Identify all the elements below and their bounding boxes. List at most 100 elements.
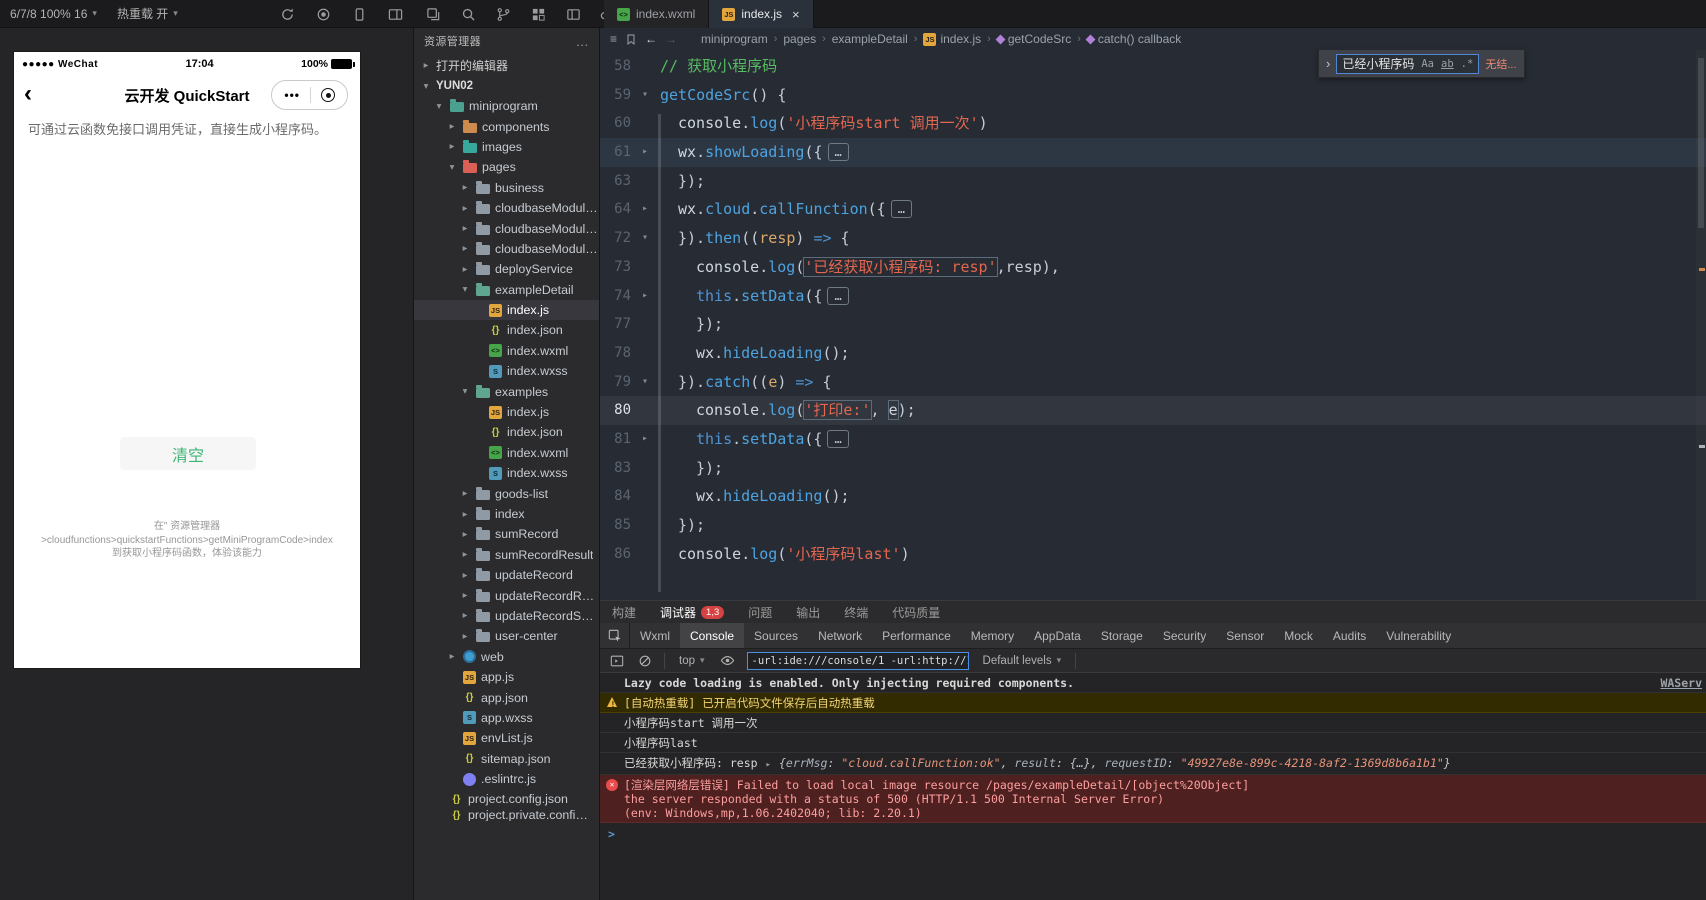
code-line-83[interactable]: 83}); (600, 454, 1706, 483)
tree-item-examples[interactable]: ▾ examples (414, 381, 599, 401)
refresh-icon[interactable] (278, 5, 296, 23)
tree-item-index.wxml[interactable]: <> index.wxml (414, 341, 599, 361)
code-line-73[interactable]: 73 console.log('已经获取小程序码: resp',resp), (600, 253, 1706, 282)
code-line-86[interactable]: 86 console.log('小程序码last') (600, 540, 1706, 569)
git-branch-icon[interactable] (494, 5, 512, 23)
tree-item-deployService[interactable]: ▸ deployService (414, 259, 599, 279)
console-filter-input[interactable]: -url:ide:///console/1 -url:http://127.0.… (746, 651, 969, 670)
record-icon[interactable] (314, 5, 332, 23)
open-editors-section[interactable]: ▸ 打开的编辑器 (414, 54, 599, 76)
code-line-79[interactable]: 79 ▾}).catch((e) => { (600, 368, 1706, 397)
split-window-icon[interactable] (386, 5, 404, 23)
devtools-tab-Console[interactable]: Console (680, 623, 745, 648)
close-target-button[interactable] (321, 88, 335, 102)
tree-item-app.json[interactable]: {} app.json (414, 687, 599, 707)
tree-item-components[interactable]: ▸ components (414, 116, 599, 136)
find-collapse-icon[interactable]: › (1326, 56, 1330, 71)
tree-item-envList.js[interactable]: JS envList.js (414, 728, 599, 748)
panel-tab-问题[interactable]: 问题 (748, 604, 772, 621)
devtools-tab-Sources[interactable]: Sources (744, 623, 808, 648)
code-line-80[interactable]: 80 console.log('打印e:', e); (600, 396, 1706, 425)
breadcrumb-item-getCodeSrc[interactable]: getCodeSrc (995, 32, 1071, 46)
fold-closed-icon[interactable]: ▸ (636, 282, 654, 311)
code-line-84[interactable]: 84 wx.hideLoading(); (600, 482, 1706, 511)
tree-item-.eslintrc.js[interactable]: .eslintrc.js (414, 769, 599, 789)
console-prompt[interactable]: > (600, 823, 1706, 845)
editor-scrollbar[interactable] (1696, 50, 1706, 600)
clear-console-icon[interactable] (636, 652, 654, 670)
tree-item-pages[interactable]: ▾ pages (414, 157, 599, 177)
fold-closed-icon[interactable]: ▸ (636, 425, 654, 454)
code-line-59[interactable]: 59 ▾ getCodeSrc() { (600, 81, 1706, 110)
tree-item-sumRecordResult[interactable]: ▸ sumRecordResult (414, 545, 599, 565)
code-line-61[interactable]: 61 ▸ wx.showLoading({… (600, 138, 1706, 167)
devtools-tab-Security[interactable]: Security (1153, 623, 1216, 648)
close-tab-icon[interactable]: × (792, 7, 800, 22)
breadcrumb-item-exampleDetail[interactable]: exampleDetail (832, 32, 908, 46)
log-levels-selector[interactable]: Default levels ▾ (979, 655, 1066, 667)
tree-item-cloudbaseModuleD[interactable]: ▸ cloudbaseModuleD… (414, 198, 599, 218)
tree-item-cloudbaseModuleG[interactable]: ▸ cloudbaseModuleG… (414, 218, 599, 238)
tree-item-user-center[interactable]: ▸ user-center (414, 626, 599, 646)
breadcrumb-item-miniprogram[interactable]: miniprogram (701, 32, 768, 46)
tree-item-images[interactable]: ▸ images (414, 137, 599, 157)
tree-item-updateRecord[interactable]: ▸ updateRecord (414, 565, 599, 585)
fold-closed-icon[interactable]: ▸ (636, 138, 654, 167)
panel-tab-构建[interactable]: 构建 (612, 604, 636, 621)
tree-item-index.js[interactable]: JS index.js (414, 402, 599, 422)
tree-item-goods-list[interactable]: ▸ goods-list (414, 483, 599, 503)
code-line-77[interactable]: 77}); (600, 310, 1706, 339)
expand-caret-icon[interactable]: ▸ (766, 758, 771, 772)
devtools-tab-Wxml[interactable]: Wxml (630, 623, 680, 648)
tree-item-index.js[interactable]: JS index.js (414, 299, 599, 321)
match-case-icon[interactable]: Aa (1421, 58, 1434, 70)
tree-item-sumRecord[interactable]: ▸ sumRecord (414, 524, 599, 544)
tree-item-sitemap.json[interactable]: {} sitemap.json (414, 749, 599, 769)
more-button[interactable]: ••• (284, 88, 300, 102)
code-line-74[interactable]: 74 ▸ this.setData({… (600, 282, 1706, 311)
devtools-tab-Storage[interactable]: Storage (1091, 623, 1153, 648)
panel-tab-输出[interactable]: 输出 (796, 604, 820, 621)
panel-tab-调试器[interactable]: 调试器 1,3 (660, 604, 725, 621)
devtools-tab-Vulnerability[interactable]: Vulnerability (1376, 623, 1461, 648)
code-line-78[interactable]: 78 wx.hideLoading(); (600, 339, 1706, 368)
code-line-60[interactable]: 60 console.log('小程序码start 调用一次') (600, 109, 1706, 138)
bookmark-icon[interactable] (625, 33, 637, 46)
tree-item-project.config.json[interactable]: {} project.config.json (414, 789, 599, 809)
breadcrumb-item-index.js[interactable]: JS index.js (923, 32, 981, 46)
tree-item-index.json[interactable]: {} index.json (414, 320, 599, 340)
forward-arrow-icon[interactable]: → (665, 32, 677, 46)
device-zoom-selector[interactable]: 6/7/8 100% 16 ▾ (0, 0, 107, 27)
tree-item-exampleDetail[interactable]: ▾ exampleDetail (414, 280, 599, 300)
code-line-58[interactable]: 58 // 获取小程序码 (600, 52, 1706, 81)
code-area[interactable]: 58// 获取小程序码 59 ▾ getCodeSrc() {60 console.lo… (600, 50, 1706, 600)
tree-item-index.wxss[interactable]: Sindex.wxss (414, 361, 599, 381)
fold-open-icon[interactable]: ▾ (636, 368, 654, 397)
regex-icon[interactable]: .* (1461, 58, 1474, 70)
devtools-tab-Sensor[interactable]: Sensor (1216, 623, 1274, 648)
editor-tab-index.wxml[interactable]: <> index.wxml (604, 0, 710, 28)
devtools-tab-Memory[interactable]: Memory (961, 623, 1024, 648)
find-input[interactable]: 已经小程序码 Aa ab .* (1336, 53, 1480, 74)
whole-word-icon[interactable]: ab (1441, 58, 1454, 70)
tree-item-miniprogram[interactable]: ▾ miniprogram (414, 96, 599, 116)
panel-tab-代码质量[interactable]: 代码质量 (892, 604, 940, 621)
breadcrumb-item-catchcallback[interactable]: catch() callback (1085, 32, 1181, 46)
devtools-tab-Mock[interactable]: Mock (1274, 623, 1323, 648)
tree-item-app.wxss[interactable]: Sapp.wxss (414, 708, 599, 728)
tree-item-index.wxss[interactable]: Sindex.wxss (414, 463, 599, 483)
clear-button[interactable]: 清空 (120, 437, 256, 470)
tree-item-app.js[interactable]: JS app.js (414, 667, 599, 687)
back-arrow-icon[interactable]: ← (645, 32, 657, 46)
extensions-grid-icon[interactable] (529, 5, 547, 23)
phone-preview-icon[interactable] (350, 5, 368, 23)
code-line-72[interactable]: 72 ▾}).then((resp) => { (600, 224, 1706, 253)
project-section[interactable]: ▾ YUN02 (414, 76, 599, 96)
breadcrumb-item-pages[interactable]: pages (783, 32, 816, 46)
panel-tab-终端[interactable]: 终端 (844, 604, 868, 621)
tree-item-cloudbaseModuleIn[interactable]: ▸ cloudbaseModuleIn… (414, 239, 599, 259)
search-icon[interactable] (459, 5, 477, 23)
eye-icon[interactable] (719, 652, 737, 670)
editor-tab-index.js[interactable]: JS index.js × (709, 0, 814, 28)
devtools-tab-Network[interactable]: Network (808, 623, 872, 648)
